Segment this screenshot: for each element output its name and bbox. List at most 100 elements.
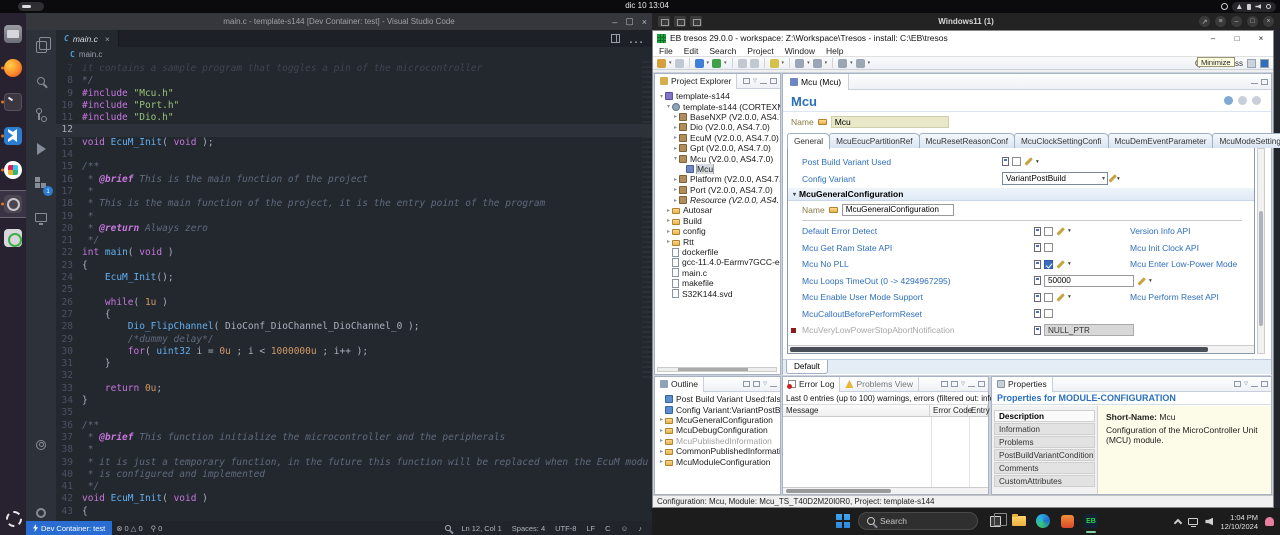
vm-titlebar[interactable]: Windows11 (1) ↗ ≡ – □ × — [652, 13, 1280, 30]
tab-error-log[interactable]: Error Log — [783, 377, 840, 392]
checkbox[interactable] — [1044, 309, 1053, 318]
extensions-icon[interactable]: 1 — [26, 166, 56, 200]
view-menu-icon[interactable]: ▽ — [1244, 381, 1248, 387]
source-control-icon[interactable] — [26, 98, 56, 132]
tresos-titlebar[interactable]: EB tresos 29.0.0 - workspace: Z:\Workspa… — [653, 31, 1273, 45]
tree-item[interactable]: gcc-11.4.0-Earmv7GCC-eabi-x86_ — [655, 257, 780, 267]
tray-chevron-icon[interactable] — [1174, 519, 1182, 527]
menu-project[interactable]: Project — [747, 46, 773, 56]
terminal-icon[interactable] — [0, 89, 26, 115]
show-apps-icon[interactable] — [0, 505, 26, 531]
dropdown-caret-icon[interactable]: ▾ — [1068, 228, 1071, 234]
save-icon[interactable] — [675, 59, 684, 68]
dropdown-caret-icon[interactable]: ▾ — [868, 60, 871, 66]
edit-pencil-icon[interactable] — [1056, 260, 1064, 268]
help-icon[interactable] — [1238, 96, 1247, 105]
config-tab-mcudemeventparameter[interactable]: McuDemEventParameter — [1108, 133, 1214, 148]
properties-nav-postbuildvariantconditions[interactable]: PostBuildVariantConditions — [994, 449, 1095, 461]
tab-properties[interactable]: Properties — [992, 377, 1053, 392]
dropdown-caret-icon[interactable]: ▾ — [669, 60, 672, 66]
minimize-panel-icon[interactable] — [770, 386, 777, 387]
view-menu-icon[interactable]: ▽ — [753, 78, 757, 84]
tree-item[interactable]: ▾Mcu (V2.0.0, AS4.7.0) — [655, 153, 780, 163]
explorer-icon[interactable] — [26, 30, 56, 64]
minimize-icon[interactable]: – — [1201, 32, 1225, 45]
error-log-table[interactable] — [783, 417, 988, 493]
checkbox[interactable] — [1044, 243, 1053, 252]
cursor-position[interactable]: Ln 12, Col 1 — [457, 524, 505, 533]
view-menu-icon[interactable]: ▽ — [763, 381, 767, 387]
vm-close-icon[interactable]: × — [1263, 16, 1274, 27]
tab-mcu-config[interactable]: Mcu (Mcu) — [783, 74, 849, 90]
language-mode[interactable]: C — [601, 524, 614, 533]
task-view-icon[interactable] — [986, 512, 1004, 530]
expand-all-icon[interactable] — [743, 381, 750, 387]
perspective-icon[interactable] — [1247, 59, 1256, 68]
horizontal-scrollbar[interactable] — [783, 487, 988, 494]
tree-item[interactable]: ▸Port (V2.0.0, AS4.7.0) — [655, 185, 780, 195]
minimize-panel-icon[interactable] — [760, 83, 767, 84]
search-icon[interactable] — [26, 64, 56, 98]
minimize-panel-icon[interactable] — [968, 386, 975, 387]
remote-indicator[interactable]: Dev Container: test — [26, 521, 112, 535]
edit-pencil-icon[interactable] — [1056, 227, 1064, 235]
start-button[interactable] — [834, 512, 852, 530]
tree-item[interactable]: Post Build Variant Used:false — [655, 394, 780, 404]
wizard-help-icon[interactable] — [1252, 96, 1261, 105]
remote-explorer-icon[interactable] — [26, 200, 56, 234]
encoding[interactable]: UTF-8 — [551, 524, 580, 533]
search-input[interactable]: Search — [858, 512, 978, 530]
column-header-error-code[interactable]: Error Code — [930, 405, 968, 416]
module-name-input[interactable]: Mcu — [831, 116, 949, 128]
indentation[interactable]: Spaces: 4 — [508, 524, 549, 533]
tree-item[interactable]: ▸Rtt — [655, 236, 780, 246]
vscode-titlebar[interactable]: main.c - template-s144 [Dev Container: t… — [26, 13, 652, 30]
properties-nav-customattributes[interactable]: CustomAttributes — [994, 475, 1095, 487]
tree-item[interactable]: ▸CommonPublishedInformation — [655, 446, 780, 456]
minimap[interactable] — [642, 61, 652, 381]
file-explorer-icon[interactable] — [1010, 512, 1028, 530]
column-header-message[interactable]: Message — [783, 405, 930, 416]
tree-item[interactable]: Config Variant:VariantPostBuild — [655, 404, 780, 414]
edit-pencil-icon[interactable] — [1137, 277, 1145, 285]
tree-item[interactable]: ▸Autosar — [655, 205, 780, 215]
nav2-icon[interactable] — [856, 59, 865, 68]
vm-viewer-icon[interactable] — [0, 191, 26, 217]
vm-maximize-icon[interactable]: □ — [1247, 16, 1258, 27]
dropdown-caret-icon[interactable]: ▾ — [782, 60, 785, 66]
edge-browser-icon[interactable] — [1034, 512, 1052, 530]
properties-nav-information[interactable]: Information — [994, 423, 1095, 435]
maximize-panel-icon[interactable] — [978, 381, 985, 387]
code-editor[interactable]: 7it contains a sample program that toggl… — [56, 61, 652, 534]
tree-item[interactable]: ▸BaseNXP (V2.0.0, AS4.7.0) — [655, 112, 780, 122]
dropdown-caret-icon[interactable]: ▾ — [1036, 159, 1039, 165]
column-header-entry[interactable]: Entry — [968, 405, 988, 416]
nav1-icon[interactable] — [838, 59, 847, 68]
vm-fullscreen-icon[interactable]: ↗ — [1199, 16, 1210, 27]
tree-item[interactable]: ▸McuDebugConfiguration — [655, 425, 780, 435]
collapse-all-icon[interactable] — [743, 78, 750, 84]
menu-search[interactable]: Search — [709, 46, 736, 56]
tab-problems-view[interactable]: Problems View — [840, 377, 919, 392]
menu-window[interactable]: Window — [785, 46, 815, 56]
config-tab-mcuresetreasonconf[interactable]: McuResetReasonConf — [919, 133, 1015, 148]
tree-item[interactable]: ▸config — [655, 226, 780, 236]
tree-item[interactable]: main.c — [655, 268, 780, 278]
files-app-icon[interactable] — [0, 21, 26, 47]
run-debug-icon[interactable] — [26, 132, 56, 166]
menu-file[interactable]: File — [659, 46, 673, 56]
menu-help[interactable]: Help — [826, 46, 843, 56]
checkbox[interactable] — [1012, 157, 1021, 166]
eol[interactable]: LF — [582, 524, 599, 533]
tree-item[interactable]: Mcu — [655, 164, 780, 174]
properties-nav-description[interactable]: Description — [994, 410, 1095, 422]
account-icon[interactable] — [26, 428, 56, 462]
dropdown-caret-icon[interactable]: ▾ — [724, 60, 727, 66]
vm-keyboard-icon[interactable] — [658, 16, 670, 27]
more-actions-icon[interactable]: … — [628, 30, 644, 48]
checkbox[interactable] — [1044, 227, 1053, 236]
ports-indicator[interactable]: ⚲0 — [147, 524, 167, 533]
checkbox[interactable] — [1044, 260, 1053, 269]
dropdown-caret-icon[interactable]: ▾ — [825, 60, 828, 66]
horizontal-scrollbar[interactable] — [788, 345, 1254, 353]
